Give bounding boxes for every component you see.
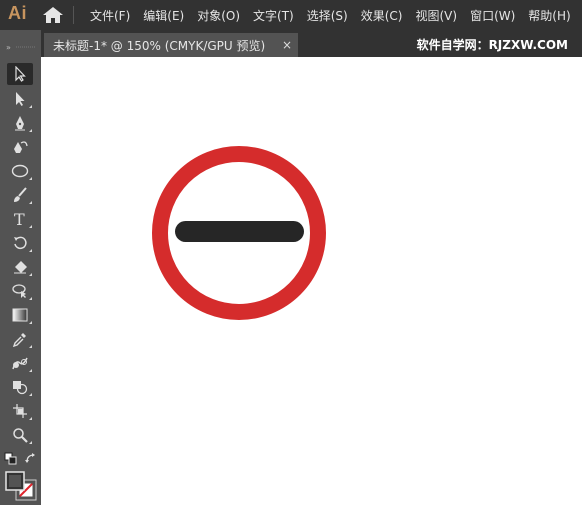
menu-window[interactable]: 窗口(W)	[470, 7, 515, 24]
curvature-tool-icon[interactable]	[7, 136, 33, 158]
panel-grip-icon[interactable]: »	[6, 35, 36, 52]
paintbrush-tool-icon[interactable]	[7, 184, 33, 206]
document-tab-title: 未标题-1* @ 150% (CMYK/GPU 预览)	[53, 38, 266, 53]
svg-text:»: »	[6, 43, 11, 50]
menu-edit[interactable]: 编辑(E)	[143, 7, 184, 24]
menu-divider	[73, 6, 74, 24]
blend-tool-icon[interactable]	[7, 352, 33, 374]
type-tool-icon[interactable]: T	[7, 208, 33, 230]
menu-help[interactable]: 帮助(H)	[528, 7, 570, 24]
gradient-tool-icon[interactable]	[7, 304, 33, 326]
main-menu: 文件(F) 编辑(E) 对象(O) 文字(T) 选择(S) 效果(C) 视图(V…	[90, 0, 582, 30]
menu-view[interactable]: 视图(V)	[415, 7, 457, 24]
menu-file[interactable]: 文件(F)	[90, 7, 130, 24]
rotate-tool-icon[interactable]	[7, 232, 33, 254]
close-tab-icon[interactable]: ×	[281, 38, 293, 52]
menu-effect[interactable]: 效果(C)	[361, 7, 403, 24]
fill-stroke-swatches[interactable]	[4, 470, 38, 502]
swap-colors-icon[interactable]	[24, 451, 38, 465]
menu-select[interactable]: 选择(S)	[307, 7, 348, 24]
direct-selection-tool-icon[interactable]	[7, 88, 33, 110]
artwork	[152, 146, 326, 320]
selection-tool-icon[interactable]	[7, 63, 33, 85]
no-entry-bar[interactable]	[175, 221, 304, 242]
lasso-tool-icon[interactable]	[7, 280, 33, 302]
ellipse-tool-icon[interactable]	[7, 160, 33, 182]
menu-type[interactable]: 文字(T)	[253, 7, 294, 24]
home-icon[interactable]	[41, 6, 65, 24]
zoom-tool-icon[interactable]	[7, 424, 33, 446]
default-colors-icon[interactable]	[4, 451, 18, 465]
pen-tool-icon[interactable]	[7, 112, 33, 134]
artboard-tool-icon[interactable]	[7, 400, 33, 422]
eraser-tool-icon[interactable]	[7, 256, 33, 278]
menu-bar: Ai 文件(F) 编辑(E) 对象(O) 文字(T) 选择(S) 效果(C) 视…	[0, 0, 582, 30]
document-tab[interactable]: 未标题-1* @ 150% (CMYK/GPU 预览)	[44, 33, 298, 57]
app-logo: Ai	[8, 3, 27, 23]
shape-builder-tool-icon[interactable]	[7, 376, 33, 398]
svg-text:T: T	[14, 211, 25, 227]
eyedropper-tool-icon[interactable]	[7, 328, 33, 350]
menu-object[interactable]: 对象(O)	[197, 7, 240, 24]
watermark-text: 软件自学网：RJZXW.COM	[416, 38, 568, 52]
artboard-canvas[interactable]	[41, 57, 582, 505]
